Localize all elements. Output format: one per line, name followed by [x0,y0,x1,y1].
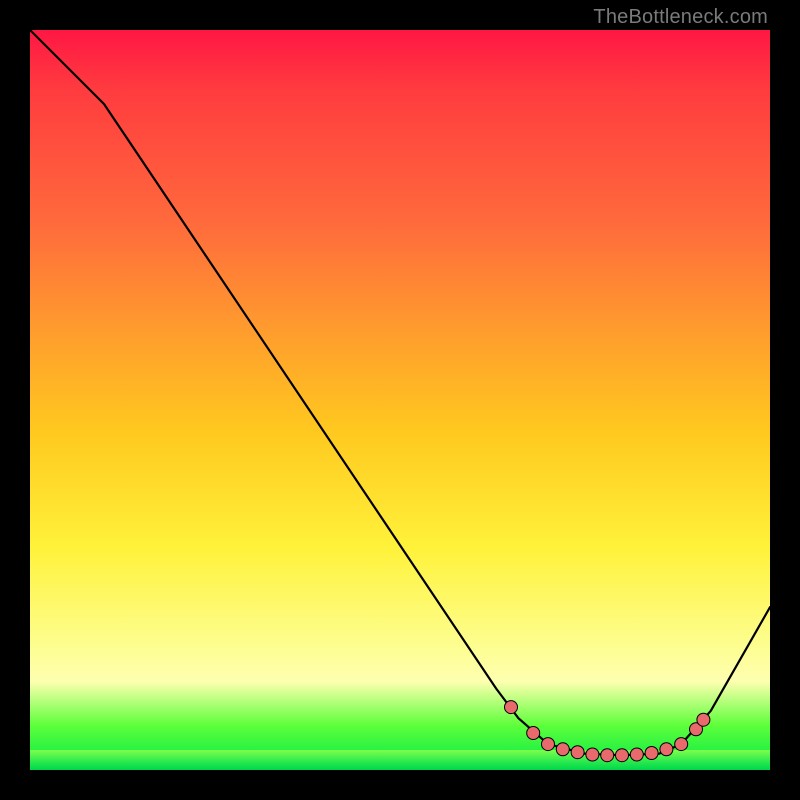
curve-marker [542,738,555,751]
chart-stage: TheBottleneck.com [0,0,800,800]
curve-marker [697,713,710,726]
curve-marker [616,749,629,762]
curve-marker [660,743,673,756]
curve-marker [505,701,518,714]
curve-markers [505,701,710,762]
curve-layer [30,30,770,770]
curve-marker [645,747,658,760]
curve-marker [527,727,540,740]
chart-plot-area [30,30,770,770]
curve-marker [675,738,688,751]
curve-marker [556,743,569,756]
curve-marker [601,749,614,762]
curve-marker [630,748,643,761]
curve-marker [571,746,584,759]
bottleneck-curve [30,30,770,755]
watermark-text: TheBottleneck.com [593,6,768,29]
curve-marker [586,748,599,761]
